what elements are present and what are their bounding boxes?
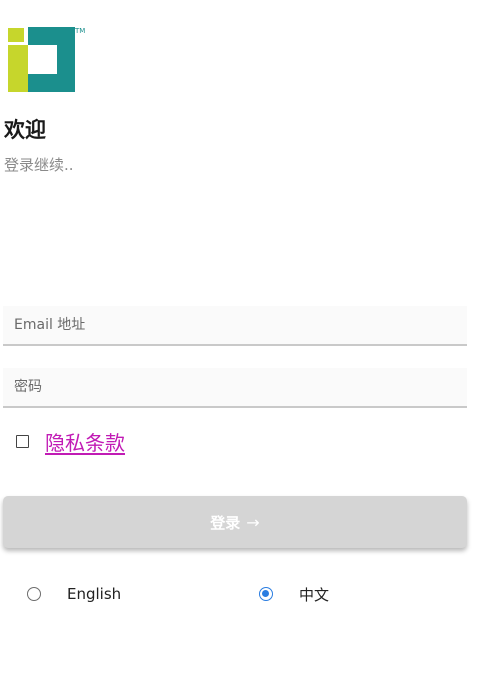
privacy-row: 隐私条款 [16,425,125,457]
language-label-english: English [67,585,122,603]
language-label-chinese: 中文 [299,585,330,604]
email-field-container [3,306,467,346]
privacy-checkbox[interactable] [16,434,29,448]
login-button[interactable]: 登录 → [3,496,467,548]
login-button-label: 登录 [210,513,241,532]
login-screen: TM 欢迎 登录继续.. 隐私条款 登录 → English 中文 [0,0,497,685]
id-logo-icon: TM [8,27,85,92]
language-option-chinese[interactable]: 中文 [259,582,329,606]
page-title: 欢迎 [4,118,46,142]
privacy-terms-link[interactable]: 隐私条款 [45,427,125,456]
language-option-english[interactable]: English [27,582,121,606]
page-subtitle: 登录继续.. [4,156,74,174]
arrow-right-icon: → [246,512,260,532]
password-input[interactable] [3,368,467,406]
trademark-label: TM [74,27,85,35]
email-input[interactable] [3,306,467,344]
radio-english[interactable] [27,587,41,601]
radio-chinese[interactable] [259,587,273,601]
password-field-container [3,368,467,408]
